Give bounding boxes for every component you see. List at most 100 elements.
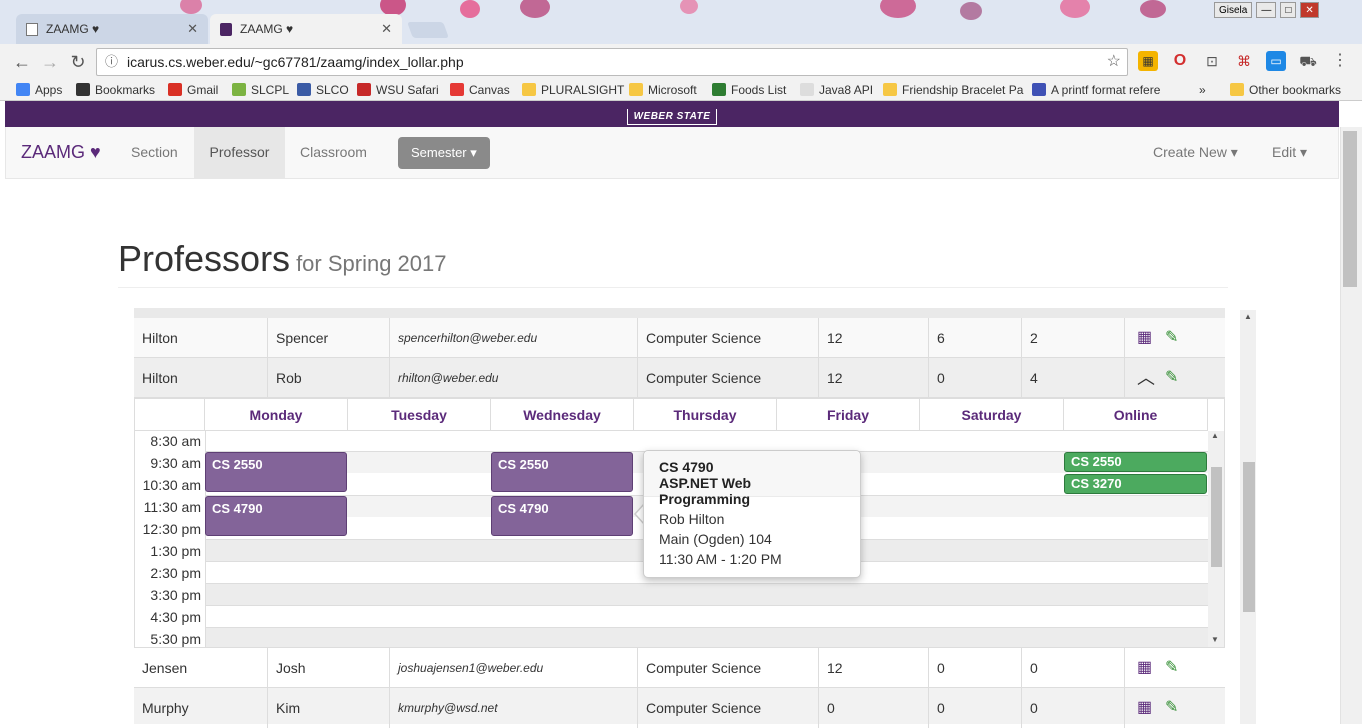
table-scrollbar-thumb[interactable]	[1243, 462, 1255, 612]
browser-tabstrip: ZAAMG ♥ ✕ ZAAMG ♥ ✕ Gisela — □ ✕	[0, 0, 1362, 44]
bookmark-printf[interactable]: A printf format refere	[1032, 82, 1160, 98]
chevron-up-icon[interactable]: ︿	[1137, 358, 1155, 398]
time-label: 1:30 pm	[150, 543, 201, 559]
extension-notes-icon[interactable]: ▦	[1138, 51, 1158, 71]
scroll-down-arrow-icon[interactable]: ▼	[1211, 635, 1219, 644]
reload-icon[interactable]: ↻	[66, 50, 90, 74]
decor-flower	[1060, 0, 1090, 18]
last-name-cell: Jensen	[134, 648, 268, 688]
bookmark-slcpl[interactable]: SLCPL	[232, 82, 289, 98]
count-cell: 0	[1022, 648, 1125, 688]
bookmark-pluralsight[interactable]: PLURALSIGHT	[522, 82, 624, 98]
back-icon[interactable]: ←	[10, 50, 34, 74]
nav-professor[interactable]: Professor	[194, 127, 285, 178]
pdf-icon[interactable]: ⌘	[1234, 51, 1254, 71]
close-icon[interactable]: ✕	[187, 14, 198, 44]
day-header: Online	[1064, 399, 1208, 431]
decor-flower	[520, 0, 550, 18]
hour-band	[205, 627, 1208, 647]
safari-books-icon	[357, 83, 371, 96]
edit-dropdown[interactable]: Edit ▾	[1272, 127, 1307, 178]
page-scrollbar-thumb[interactable]	[1343, 131, 1357, 287]
schedule-scrollbar-thumb[interactable]	[1211, 467, 1222, 567]
info-icon: ⓘ	[105, 54, 119, 69]
count-cell: 0	[929, 648, 1022, 688]
extension-window-icon[interactable]: ▭	[1266, 51, 1286, 71]
class-event[interactable]: CS 2550	[491, 452, 633, 492]
online-class-event[interactable]: CS 3270	[1064, 474, 1207, 494]
table-row[interactable]: Jensen Josh joshuajensen1@weber.edu Comp…	[134, 648, 1225, 688]
menu-icon[interactable]: ⋮	[1330, 51, 1350, 71]
browser-tab-active[interactable]: ZAAMG ♥ ✕	[210, 14, 402, 44]
more-bookmarks-chevron[interactable]: »	[1199, 82, 1206, 98]
pencil-icon[interactable]: ✎	[1165, 318, 1178, 358]
decor-flower	[1140, 0, 1166, 18]
popover-header: CS 4790 ASP.NET Web Programming	[644, 451, 860, 507]
email-cell: joshuajensen1@weber.edu	[390, 648, 638, 688]
popover-professor: Rob Hilton	[659, 511, 725, 527]
calendar-icon[interactable]: ▦	[1137, 688, 1152, 728]
profile-button[interactable]: Gisela	[1214, 2, 1253, 18]
class-event[interactable]: CS 2550	[205, 452, 347, 492]
class-event[interactable]: CS 4790	[205, 496, 347, 536]
gmail-icon	[168, 83, 182, 96]
extension-car-icon[interactable]: ⛟	[1298, 51, 1318, 71]
canvas-icon	[450, 83, 464, 96]
class-event[interactable]: CS 4790	[491, 496, 633, 536]
bookmark-wsu-safari[interactable]: WSU Safari	[357, 82, 439, 98]
nav-classroom[interactable]: Classroom	[300, 127, 367, 178]
star-icon[interactable]: ☆	[1107, 49, 1121, 75]
pencil-icon[interactable]: ✎	[1165, 648, 1178, 688]
calendar-icon[interactable]: ▦	[1137, 318, 1152, 358]
bookmark-foods-list[interactable]: Foods List	[712, 82, 786, 98]
table-row-expanded[interactable]: Hilton Rob rhilton@weber.edu Computer Sc…	[134, 358, 1225, 398]
day-header: Thursday	[634, 399, 777, 431]
count-cell: 12	[819, 648, 929, 688]
bookmark-apps[interactable]: Apps	[16, 82, 62, 98]
close-icon[interactable]: ✕	[381, 14, 392, 44]
weber-favicon-icon	[220, 23, 232, 36]
document-icon	[26, 23, 38, 36]
decor-flower	[680, 0, 698, 14]
create-new-dropdown[interactable]: Create New ▾	[1153, 127, 1238, 178]
scroll-up-arrow-icon[interactable]: ▲	[1211, 431, 1219, 440]
bookmark-slco[interactable]: SLCO	[297, 82, 349, 98]
bookmark-canvas[interactable]: Canvas	[450, 82, 510, 98]
calendar-icon[interactable]: ▦	[1137, 648, 1152, 688]
browser-tab[interactable]: ZAAMG ♥ ✕	[16, 14, 208, 44]
scroll-up-arrow-icon[interactable]: ▲	[1244, 312, 1252, 321]
table-row[interactable]: Hilton Spencer spencerhilton@weber.edu C…	[134, 318, 1225, 358]
first-name-cell: Rob	[268, 358, 390, 398]
pencil-icon[interactable]: ✎	[1165, 358, 1178, 398]
count-cell: 0	[929, 688, 1022, 728]
brand-link[interactable]: ZAAMG ♥	[21, 127, 101, 178]
maximize-button[interactable]: □	[1280, 2, 1297, 18]
count-cell: 12	[819, 358, 929, 398]
pencil-icon[interactable]: ✎	[1165, 688, 1178, 728]
bookmark-bookmarks[interactable]: Bookmarks	[76, 82, 155, 98]
close-window-button[interactable]: ✕	[1300, 2, 1319, 18]
semester-dropdown[interactable]: Semester ▾	[398, 137, 490, 169]
count-cell: 4	[1022, 358, 1125, 398]
decor-flower	[460, 0, 480, 18]
apps-grid-icon	[16, 83, 30, 96]
department-cell: Computer Science	[638, 648, 819, 688]
page-title: Professors for Spring 2017	[118, 238, 447, 279]
new-tab-button[interactable]	[407, 22, 449, 38]
count-cell: 2	[1022, 318, 1125, 358]
bookmark-microsoft[interactable]: Microsoft	[629, 82, 697, 98]
time-label: 9:30 am	[150, 455, 201, 471]
weber-state-logo: WEBER STATE	[626, 109, 718, 125]
nav-section[interactable]: Section	[131, 127, 178, 178]
online-class-event[interactable]: CS 2550	[1064, 452, 1207, 472]
cast-icon[interactable]: ⊡	[1202, 51, 1222, 71]
bookmark-java8-api[interactable]: Java8 API	[800, 82, 873, 98]
table-row[interactable]: Murphy Kim kmurphy@wsd.net Computer Scie…	[134, 688, 1225, 728]
bookmark-gmail[interactable]: Gmail	[168, 82, 218, 98]
other-bookmarks[interactable]: Other bookmarks	[1230, 82, 1341, 98]
minimize-button[interactable]: —	[1256, 2, 1277, 18]
bookmark-friendship-bracelet[interactable]: Friendship Bracelet Pa	[883, 82, 1023, 98]
opera-icon[interactable]: O	[1170, 51, 1190, 71]
forward-icon[interactable]: →	[38, 50, 62, 74]
address-bar[interactable]: ⓘ icarus.cs.weber.edu/~gc67781/zaamg/ind…	[96, 48, 1128, 76]
